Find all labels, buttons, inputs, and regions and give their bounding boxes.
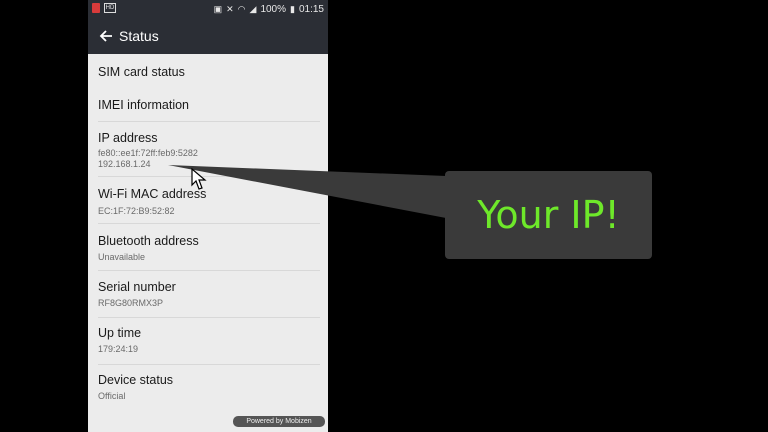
callout-box: Your IP! [445,171,652,259]
callout-text: Your IP! [477,193,620,237]
callout-pointer [168,165,446,218]
mouse-cursor-icon [191,168,207,190]
